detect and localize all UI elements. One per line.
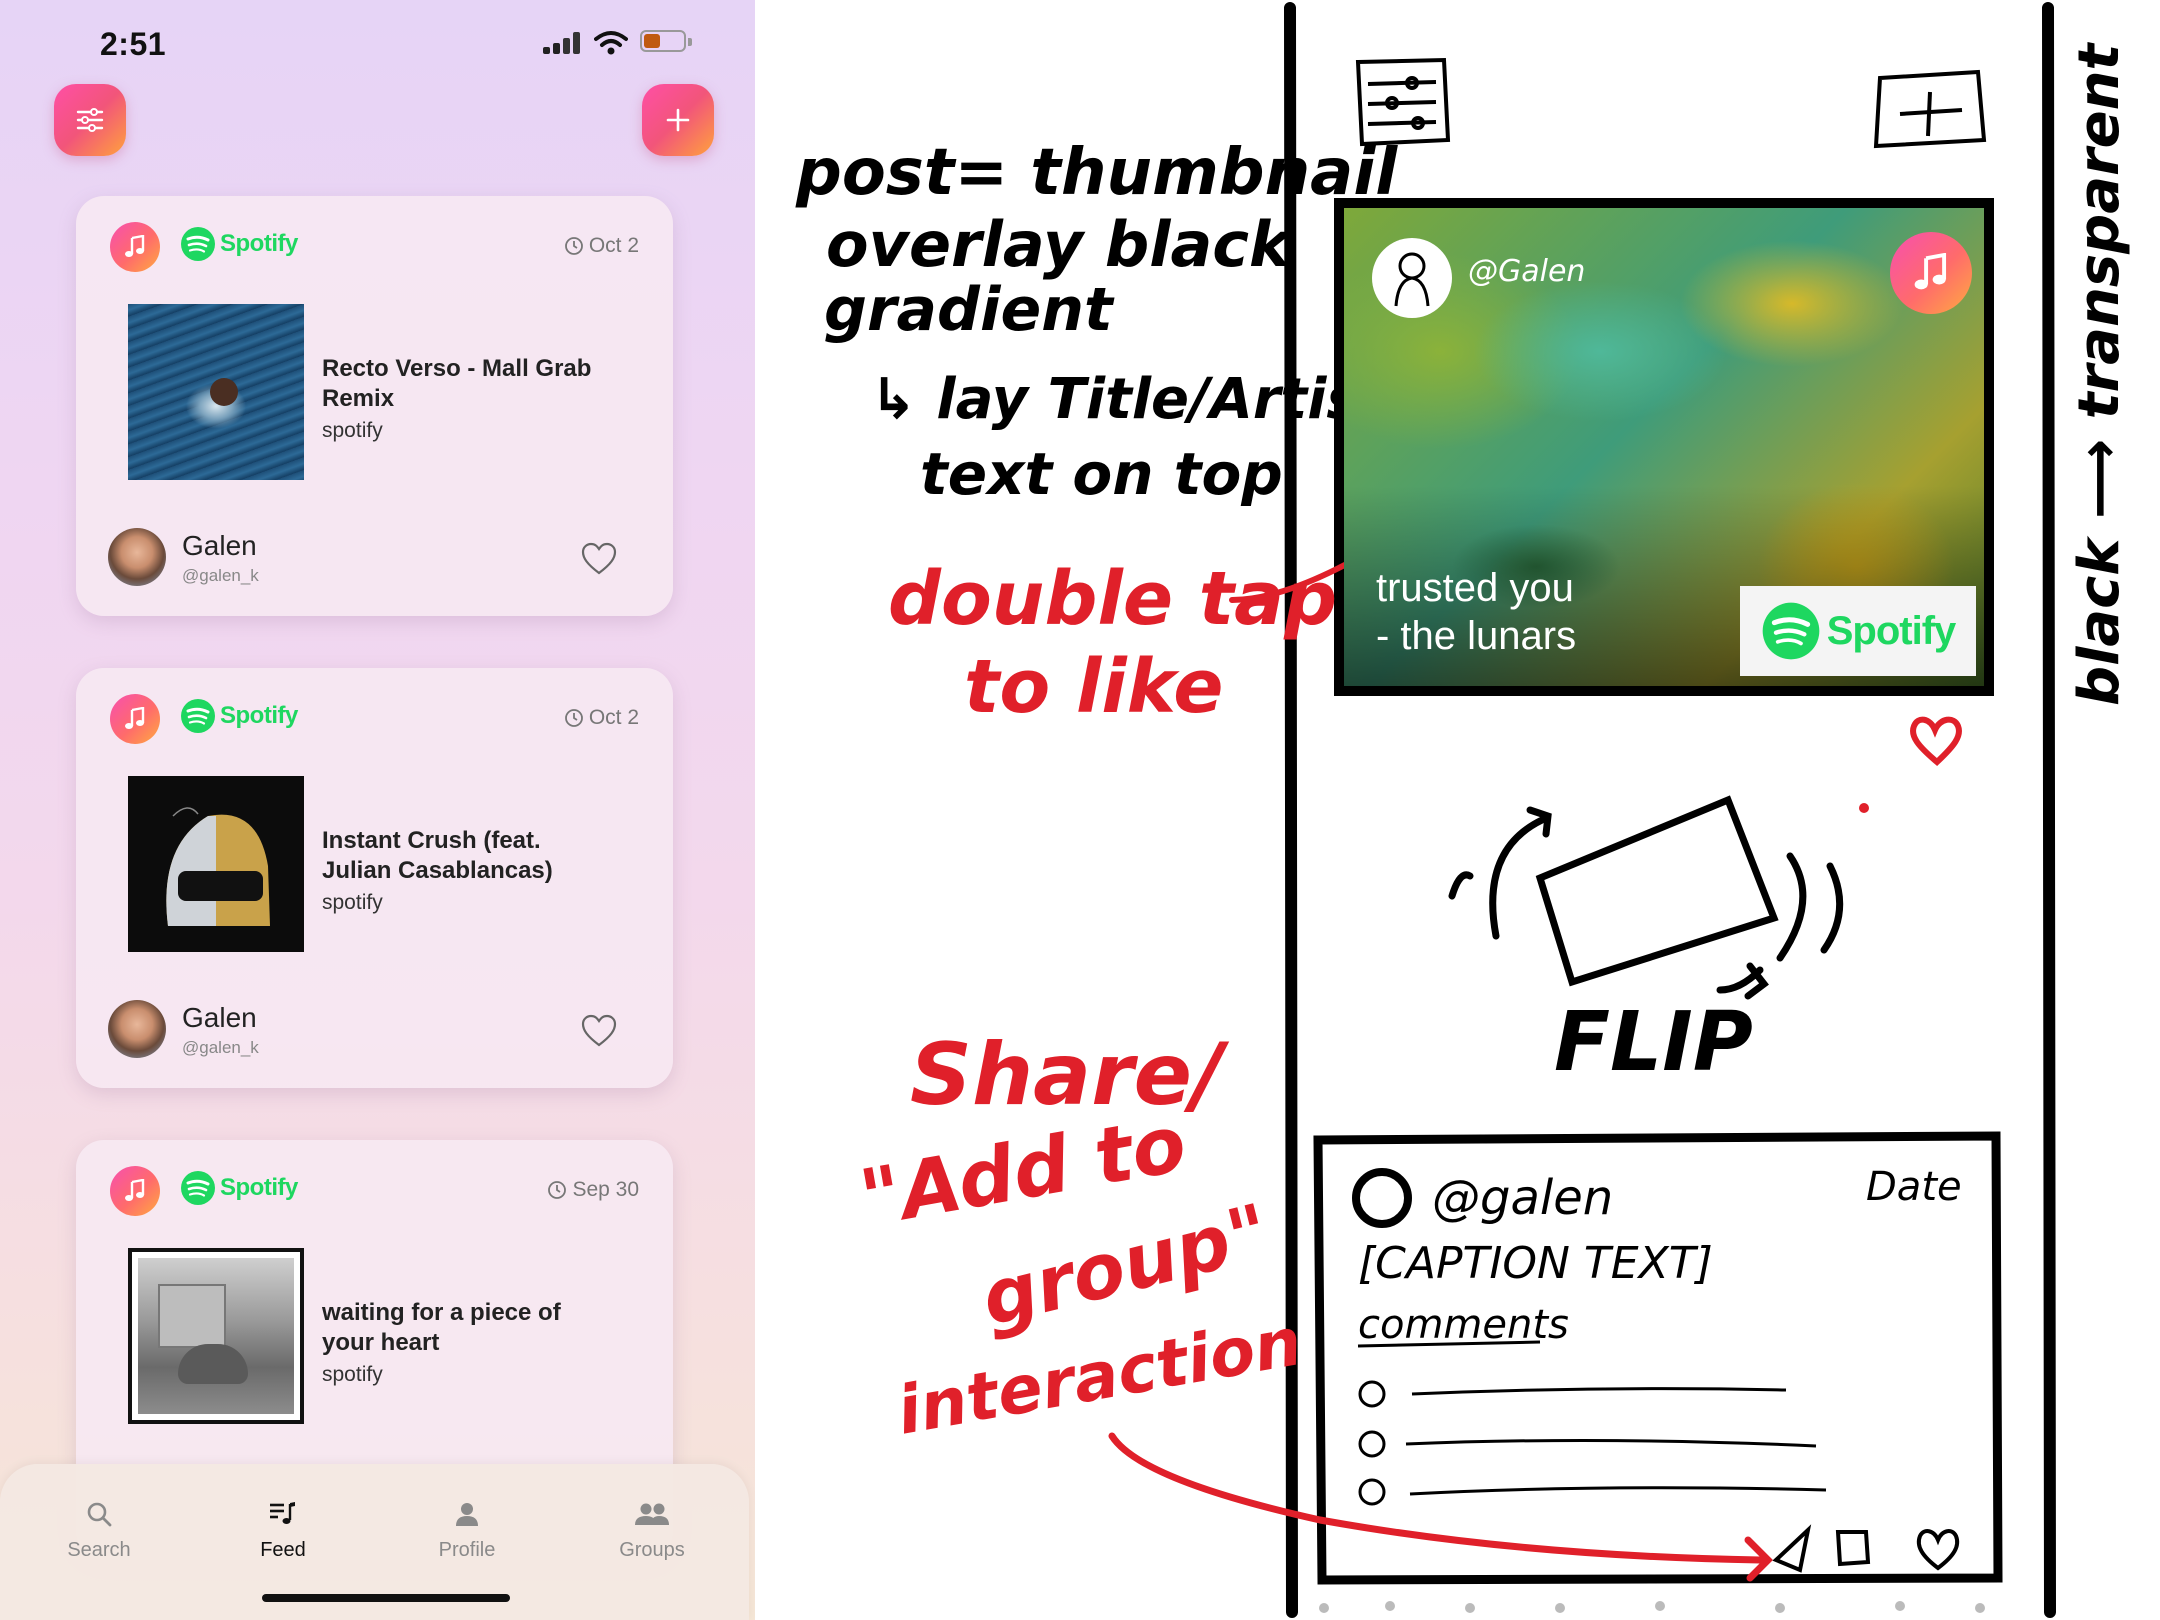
music-app-icon <box>1890 232 1972 314</box>
note-overlay: overlay black <box>826 208 1294 281</box>
heart-icon <box>1910 716 1962 767</box>
tab-profile[interactable]: Profile <box>387 1500 547 1562</box>
tab-bar: Search Feed Profile Groups <box>0 1464 749 1620</box>
track-title: Recto Verso - Mall Grab Remix spotify <box>322 354 602 444</box>
cellular-signal-icon <box>543 32 583 54</box>
frame-right-line <box>2041 2 2056 1618</box>
post-card[interactable]: Spotify Oct 2 Instant Crush (feat. Julia… <box>76 668 673 1088</box>
spotify-logo: Spotify <box>180 226 298 262</box>
spotify-logo: Spotify <box>180 698 298 734</box>
plus-icon <box>1873 69 1987 149</box>
people-icon <box>635 1503 669 1525</box>
note-interaction: interaction <box>891 1303 1307 1450</box>
track-source: spotify <box>322 1363 383 1386</box>
spotify-logo: Spotify <box>180 1170 298 1206</box>
thumbnail-title: trusted you - the lunars <box>1376 566 1577 658</box>
post-date: Sep 30 <box>546 1178 639 1202</box>
avatar[interactable] <box>108 528 166 586</box>
album-art[interactable] <box>128 1248 304 1424</box>
comment-lines <box>1358 1380 1827 1506</box>
note-double-tap: double tap <box>888 556 1337 642</box>
spotify-wordmark: Spotify <box>220 1174 298 1201</box>
avatar <box>1372 238 1452 318</box>
phone-screen: 2:51 Spotify Oct 2 Recto Verso - Mall Gr… <box>0 0 755 1620</box>
tab-search[interactable]: Search <box>19 1500 179 1562</box>
note-gradient: gradient <box>824 275 1115 345</box>
user-handle: @galen_k <box>182 1038 259 1057</box>
music-note-icon <box>125 707 145 729</box>
track-source: spotify <box>322 891 383 914</box>
spotify-icon <box>181 699 215 733</box>
spotify-wordmark: Spotify <box>220 230 298 257</box>
detail-caption: [CAPTION TEXT] <box>1358 1238 1713 1289</box>
album-art[interactable] <box>128 776 304 952</box>
tab-feed[interactable]: Feed <box>203 1500 363 1562</box>
spotify-logo: Spotify <box>1740 586 1976 676</box>
thumbnail-handle: @Galen <box>1468 254 1586 289</box>
detail-handle: @galen <box>1432 1170 1613 1226</box>
red-dot <box>1859 803 1869 813</box>
note-post-thumbnail: post= thumbnail <box>795 136 1398 210</box>
music-app-icon <box>110 1166 160 1216</box>
music-note-icon <box>125 1179 145 1201</box>
spotify-icon <box>1762 602 1820 660</box>
heart-icon[interactable] <box>581 1014 617 1048</box>
sliders-icon <box>1355 57 1451 147</box>
spotify-icon <box>181 1171 215 1205</box>
track-title: Instant Crush (feat. Julian Casablancas)… <box>322 826 602 916</box>
home-indicator[interactable] <box>262 1594 510 1602</box>
helmet-artwork <box>166 807 270 926</box>
note-black-transparent: black ⟶ transparent <box>2067 42 2132 706</box>
action-icons <box>1772 1524 1960 1573</box>
history-icon <box>564 237 583 255</box>
post-date: Oct 2 <box>563 706 639 730</box>
plus-icon <box>666 108 690 132</box>
status-bar: 2:51 <box>0 22 755 62</box>
search-icon <box>87 1502 112 1527</box>
user-name[interactable]: Galen <box>182 530 257 562</box>
wifi-icon <box>594 31 628 55</box>
avatar <box>1352 1168 1412 1228</box>
history-icon <box>564 709 583 727</box>
share-arrow <box>1108 1432 1764 1564</box>
music-app-icon <box>110 694 160 744</box>
post-card[interactable]: Spotify Oct 2 Recto Verso - Mall Grab Re… <box>76 196 673 616</box>
user-handle: @galen_k <box>182 566 259 585</box>
note-share: Share/ <box>910 1025 1230 1125</box>
spotify-icon <box>181 227 215 261</box>
history-icon <box>548 1181 567 1199</box>
note-text-on-top: text on top <box>920 440 1283 508</box>
music-note-icon <box>125 235 145 257</box>
note-to-like: to like <box>964 644 1223 730</box>
album-art[interactable] <box>128 304 304 480</box>
detail-comments-label: comments <box>1358 1302 1569 1348</box>
thumbnail-mock[interactable]: @Galen trusted you - the lunars Spotify <box>1344 208 1984 686</box>
note-flip: FLIP <box>1554 995 1753 1090</box>
detail-date: Date <box>1866 1164 1962 1210</box>
track-source: spotify <box>322 419 383 442</box>
page-dots <box>1319 1601 1985 1613</box>
post-date: Oct 2 <box>563 234 639 258</box>
filter-button[interactable] <box>54 84 126 156</box>
battery-icon <box>640 30 692 52</box>
user-name[interactable]: Galen <box>182 1002 257 1034</box>
music-app-icon <box>110 222 160 272</box>
avatar[interactable] <box>108 1000 166 1058</box>
music-list-icon <box>270 1502 295 1524</box>
person-sketch-icon <box>1394 252 1430 307</box>
sliders-icon <box>76 108 104 132</box>
track-title: waiting for a piece of your heart spotif… <box>322 1298 602 1388</box>
person-icon <box>456 1503 478 1526</box>
status-time: 2:51 <box>100 26 167 62</box>
music-note-icon <box>1914 253 1947 290</box>
spotify-wordmark: Spotify <box>220 702 298 729</box>
note-lay-title: ↳ lay Title/Artist <box>870 367 1389 432</box>
heart-icon[interactable] <box>581 542 617 576</box>
flip-icon <box>1448 795 1844 1000</box>
tab-groups[interactable]: Groups <box>572 1500 732 1562</box>
add-post-button[interactable] <box>642 84 714 156</box>
